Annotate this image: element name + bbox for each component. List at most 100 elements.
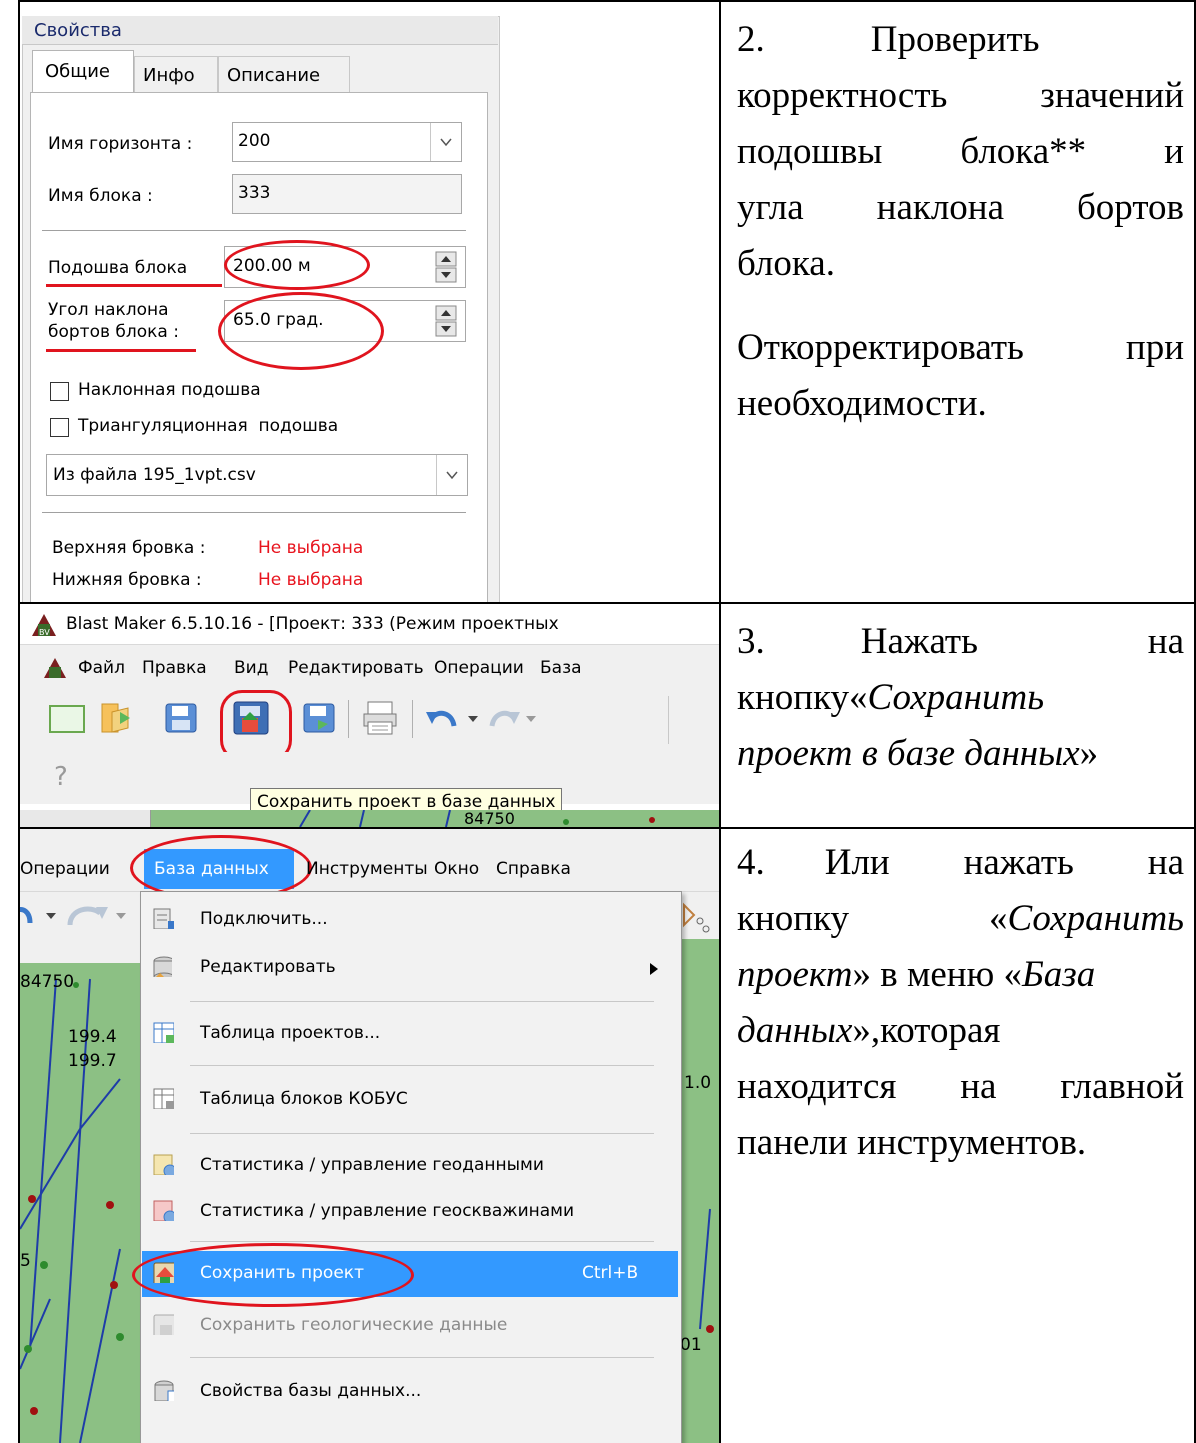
print-icon[interactable] [362, 700, 398, 736]
step-4-word: нажать [963, 842, 1074, 883]
open-folder-icon[interactable] [98, 698, 134, 736]
tab-description[interactable]: Описание [218, 56, 350, 93]
tab-info-label: Инфо [143, 65, 195, 86]
step-2-word: блока** [960, 131, 1087, 172]
step-4-italic: База [1021, 954, 1096, 995]
menu-item-geodata-stats[interactable]: Статистика / управление геоданными [200, 1155, 544, 1175]
menu-item-geowells-stats[interactable]: Статистика / управление геоскважинами [200, 1201, 574, 1221]
map-ruler [20, 810, 151, 827]
step-3-text: 3. Нажать на кнопку«Сохранить проект в баз… [721, 604, 1194, 827]
step-4-word: »,которая [852, 1010, 1001, 1051]
toolbar-screenshot: BV Blast Maker 6.5.10.16 - [Проект: 333 … [20, 604, 719, 827]
edit-database-icon [153, 956, 172, 977]
toolbar-separator [348, 700, 349, 738]
block-name-input[interactable]: 333 [232, 174, 462, 214]
menu-operations[interactable]: Операции [434, 658, 524, 678]
horizon-value: 200 [238, 131, 271, 151]
step-4-italic: данных [737, 1010, 853, 1051]
menu-help[interactable]: Справка [496, 859, 571, 879]
save-project-highlight [132, 1243, 414, 1307]
step-4-word: кнопку [737, 898, 850, 939]
menu-file[interactable]: Файл [78, 658, 125, 678]
toolbar-icon[interactable] [680, 901, 710, 935]
inclined-sole-checkbox[interactable] [50, 382, 69, 401]
horizon-label: Имя горизонта : [48, 134, 193, 154]
step-2-word: Проверить [870, 19, 1040, 60]
menu-separator [190, 1133, 654, 1134]
toolbar-separator [668, 696, 669, 744]
menu-item-blocks-table[interactable]: Таблица блоков КОБУС [200, 1089, 408, 1109]
menu-item-edit[interactable]: Редактировать [200, 957, 336, 977]
spin-stepper-icon[interactable] [435, 305, 457, 337]
separator [42, 512, 466, 513]
file-value: Из файла 195_1vpt.csv [53, 465, 256, 485]
tab-general-label: Общие [45, 61, 110, 82]
menu-modify[interactable]: Редактировать [288, 658, 424, 678]
step-3-word: на [1147, 621, 1184, 662]
lower-edge-value: Не выбрана [258, 570, 364, 590]
save-geodata-icon [153, 1314, 174, 1335]
step-2-number: 2. [737, 19, 765, 60]
menu-item-projects-table[interactable]: Таблица проектов... [200, 1023, 380, 1043]
step-2-word: наклона [876, 187, 1005, 228]
step-4-line-2: кнопку «Сохранить [737, 891, 1184, 947]
spin-stepper-icon[interactable] [435, 251, 457, 283]
sole-label: Подошва блока [48, 258, 188, 278]
angle-highlight-ring [218, 292, 384, 370]
app-logo-icon [44, 658, 66, 678]
horizon-select[interactable]: 200 [232, 122, 462, 162]
inclined-sole-label: Наклонная подошва [78, 380, 261, 400]
step-4-word: на [1147, 842, 1184, 883]
new-project-icon[interactable] [48, 702, 86, 734]
step-2-word: подошвы [737, 131, 883, 172]
step-2-word: бортов [1076, 187, 1184, 228]
step-3-italic: проект в базе данных [737, 733, 1080, 774]
upper-edge-value: Не выбрана [258, 538, 364, 558]
map-label: 199.7 [68, 1051, 117, 1071]
projects-table-icon [153, 1022, 174, 1043]
step-3-word: Нажать [860, 621, 978, 662]
step-2-line-7: необходимости. [737, 383, 987, 424]
step-2-line-6: Откорректировать при [737, 320, 1184, 376]
instruction-table: Свойства Общие Инфо Описание Имя горизон… [0, 0, 1196, 1443]
angle-label-line2: бортов блока : [48, 322, 179, 342]
step-4-number: 4. Или [737, 835, 890, 891]
tab-general[interactable]: Общие [32, 50, 134, 93]
properties-panel-screenshot: Свойства Общие Инфо Описание Имя горизон… [20, 2, 719, 602]
step-2-line-3: подошвы блока** и [737, 124, 1184, 180]
tab-info[interactable]: Инфо [134, 56, 218, 93]
menu-tools[interactable]: Инструменты [306, 859, 428, 879]
menu-database[interactable]: База [540, 658, 582, 678]
menu-operations[interactable]: Операции [20, 859, 110, 879]
dropdown-button[interactable] [430, 123, 461, 161]
step-3-word: кнопку« [737, 677, 868, 718]
redo-icon[interactable] [486, 702, 546, 734]
file-select[interactable]: Из файла 195_1vpt.csv [46, 454, 468, 496]
step-4-line-3: проект» в меню «База [737, 947, 1095, 1003]
block-name-value: 333 [238, 183, 271, 203]
lower-edge-label: Нижняя бровка : [52, 570, 202, 590]
undo-icon[interactable] [424, 702, 484, 734]
block-name-label: Имя блока : [48, 186, 153, 206]
triangulation-sole-checkbox[interactable] [50, 418, 69, 437]
menu-edit[interactable]: Правка [142, 658, 207, 678]
step-4-line-1: 4. Или нажать на [737, 835, 1184, 891]
step-2-text: 2. Проверить корректность значений подошв… [721, 2, 1194, 602]
map-label: 01 [680, 1335, 702, 1355]
menu-item-database-properties[interactable]: Свойства базы данных... [200, 1381, 421, 1401]
undo-icon[interactable] [20, 897, 130, 933]
save-to-database-icon[interactable] [232, 700, 270, 736]
step-2-word: угла [737, 187, 804, 228]
save-icon[interactable] [164, 702, 198, 734]
step-3-line-3: проект в базе данных» [737, 726, 1098, 782]
step-4-italic: проект [737, 954, 853, 995]
menu-window[interactable]: Окно [434, 859, 479, 879]
save-as-icon[interactable] [302, 702, 336, 734]
dropdown-button[interactable] [436, 455, 467, 495]
step-4-num: 4. [737, 842, 765, 883]
window-title: Blast Maker 6.5.10.16 - [Проект: 333 (Ре… [66, 614, 559, 634]
step-3-word: » [1079, 733, 1099, 774]
help-icon[interactable]: ? [54, 762, 68, 792]
menu-item-connect[interactable]: Подключить... [200, 909, 328, 929]
menu-view[interactable]: Вид [234, 658, 268, 678]
